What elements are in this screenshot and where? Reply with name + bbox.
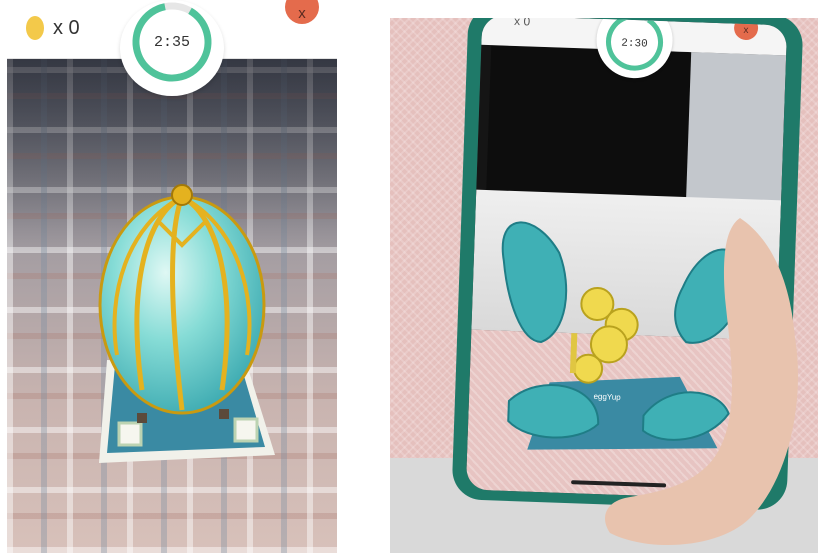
timer-text: 2:35 [153,34,190,51]
countdown-timer: 2:30 [595,18,674,80]
close-button[interactable]: x [285,0,319,24]
egg-count: x 0 [513,18,531,29]
egg-icon [26,16,44,40]
left-ar-screenshot: eggYup x 0 x 2:35 [7,0,337,553]
countdown-timer: 2:35 [120,0,224,96]
egg-count: x 0 [53,17,80,39]
close-button[interactable]: x [733,18,759,41]
right-phone-photo: eggYup x 0 x 2:30 [390,18,818,553]
hand [605,218,798,545]
golden-easter-egg-3d[interactable] [87,175,277,415]
